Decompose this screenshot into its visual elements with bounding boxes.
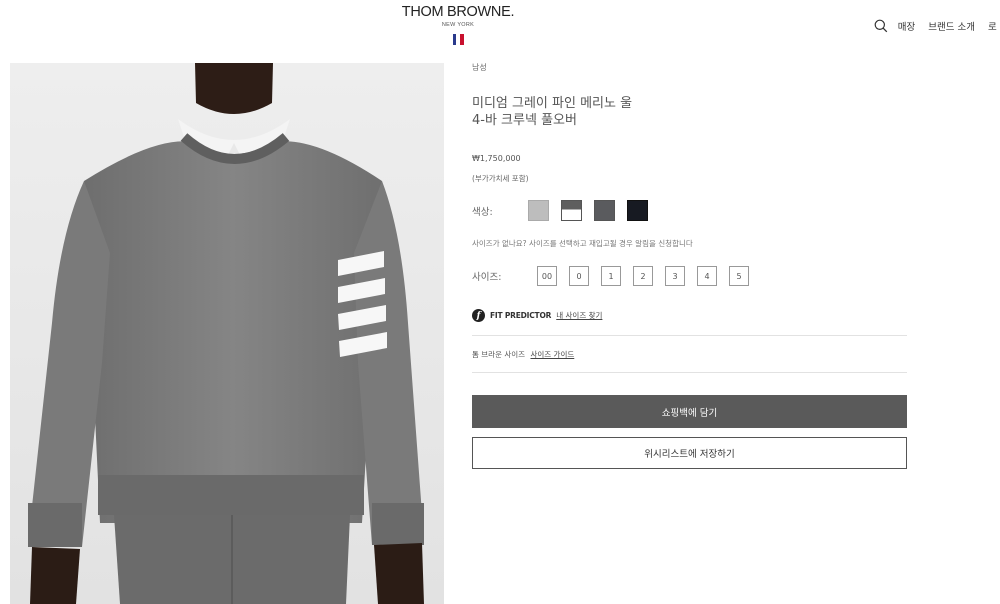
- size-option-2[interactable]: 2: [633, 266, 653, 286]
- size-option-5[interactable]: 5: [729, 266, 749, 286]
- nav-item-login[interactable]: 로: [988, 19, 1000, 33]
- tricolor-flag-icon: [452, 34, 464, 45]
- breadcrumb[interactable]: 남성: [472, 62, 487, 73]
- size-restock-note: 사이즈가 없나요? 사이즈를 선택하고 재입고될 경우 알림을 신청합니다: [472, 239, 693, 248]
- product-price: ₩1,750,000: [472, 154, 521, 163]
- fit-predictor-logo-icon: f: [472, 309, 485, 322]
- search-icon[interactable]: [873, 18, 889, 34]
- product-title: 미디엄 그레이 파인 메리노 울 4-바 크루넥 풀오버: [472, 95, 712, 129]
- divider: [472, 372, 907, 373]
- size-option-4[interactable]: 4: [697, 266, 717, 286]
- color-selector: 색상:: [472, 200, 660, 221]
- size-option-3[interactable]: 3: [665, 266, 685, 286]
- product-title-line2: 4-바 크루넥 풀오버: [472, 113, 577, 128]
- fit-predictor-label: FIT PREDICTOR: [490, 311, 552, 320]
- size-selector: 사이즈: 00 0 1 2 3 4 5: [472, 266, 761, 286]
- color-swatch-light-gray[interactable]: [528, 200, 549, 221]
- size-option-0[interactable]: 0: [569, 266, 589, 286]
- divider: [472, 335, 907, 336]
- brand-logo[interactable]: THOM BROWNE. NEW YORK: [400, 4, 516, 49]
- size-guide-prefix: 톰 브라운 사이즈: [472, 350, 526, 359]
- fit-predictor: f FIT PREDICTOR 내 사이즈 찾기: [472, 309, 602, 322]
- vat-note: (부가가치세 포함): [472, 174, 529, 183]
- nav-item-about-brand[interactable]: 브랜드 소개: [928, 19, 975, 33]
- size-option-00[interactable]: 00: [537, 266, 557, 286]
- find-my-size-link[interactable]: 내 사이즈 찾기: [556, 310, 602, 321]
- save-to-wishlist-button[interactable]: 위시리스트에 저장하기: [472, 437, 907, 469]
- add-to-bag-button[interactable]: 쇼핑백에 담기: [472, 395, 907, 428]
- color-swatch-navy[interactable]: [627, 200, 648, 221]
- size-label: 사이즈:: [472, 272, 502, 283]
- top-nav: 매장 브랜드 소개 로: [873, 18, 1000, 34]
- color-label: 색상:: [472, 206, 493, 218]
- size-option-1[interactable]: 1: [601, 266, 621, 286]
- size-guide-link[interactable]: 사이즈 가이드: [530, 350, 574, 359]
- product-title-line1: 미디엄 그레이 파인 메리노 울: [472, 96, 633, 111]
- logo-brand-name: THOM BROWNE.: [401, 4, 515, 20]
- color-swatch-gray-white[interactable]: [561, 200, 582, 221]
- color-swatch-dark-gray[interactable]: [594, 200, 615, 221]
- logo-city: NEW YORK: [441, 22, 475, 28]
- product-image[interactable]: [10, 63, 444, 604]
- nav-item-stores[interactable]: 매장: [898, 19, 915, 33]
- size-guide-row: 톰 브라운 사이즈 사이즈 가이드: [472, 349, 574, 360]
